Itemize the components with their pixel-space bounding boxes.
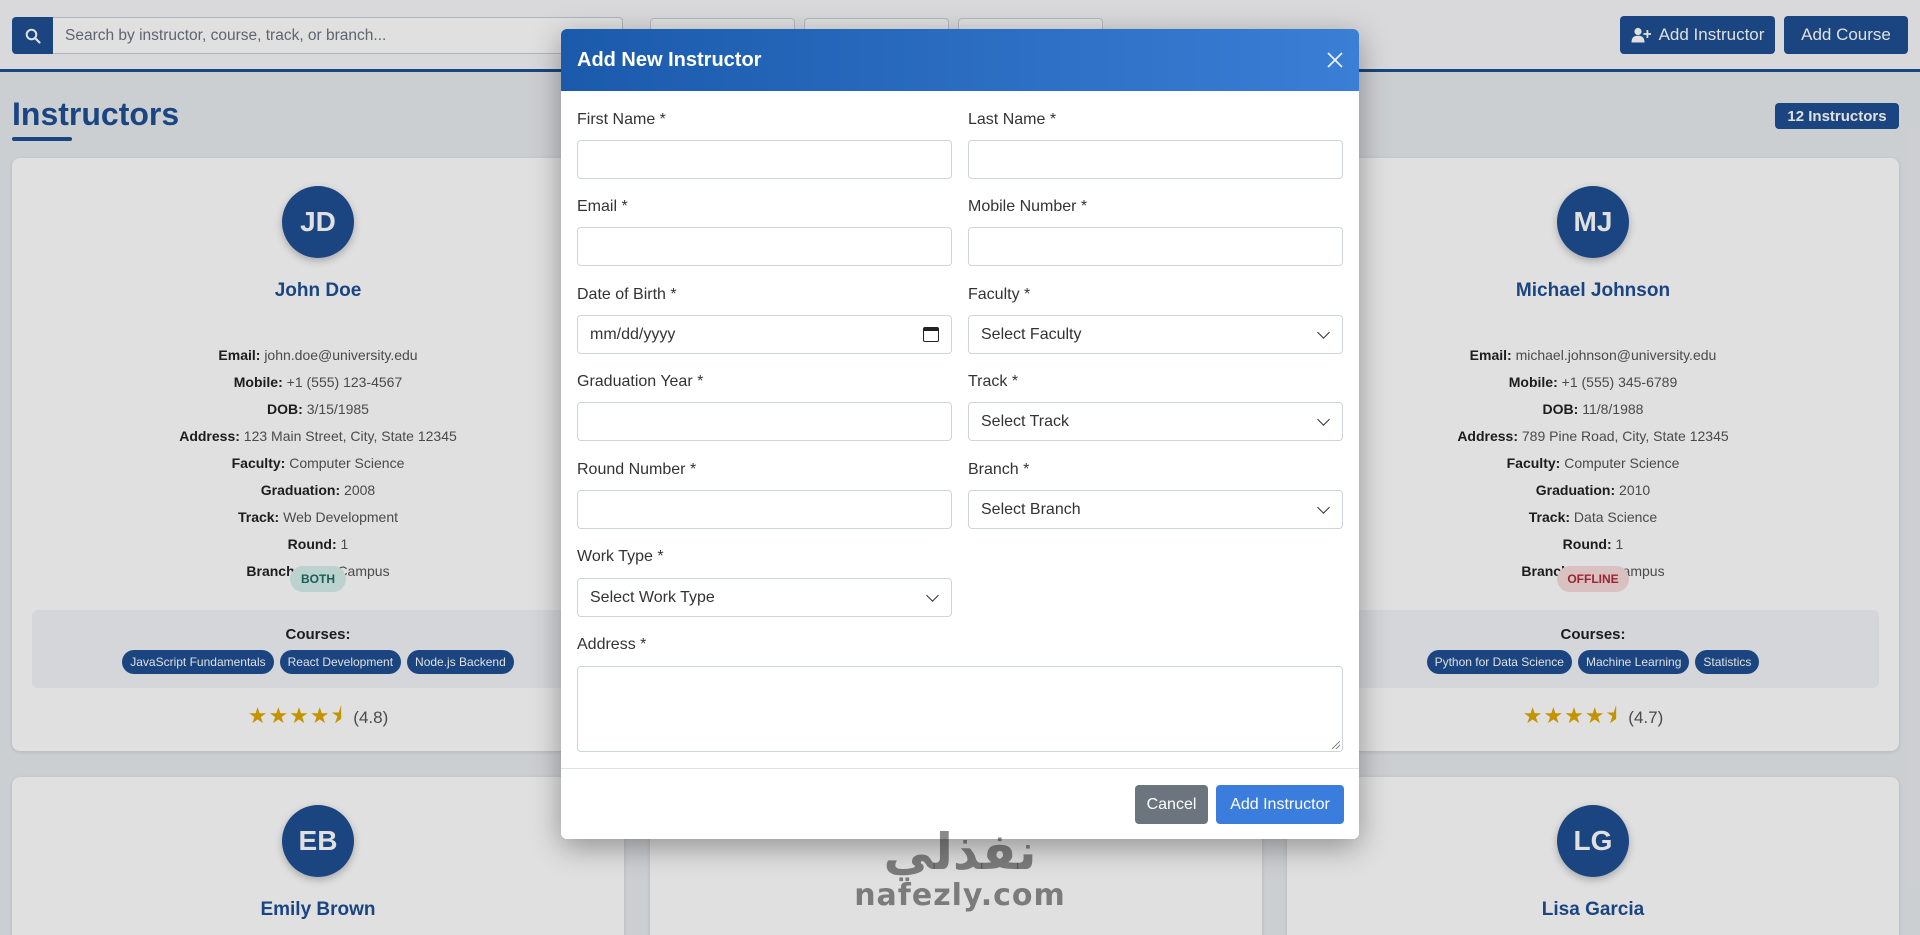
chevron-down-icon <box>1317 412 1330 426</box>
first-name-input[interactable] <box>577 140 952 179</box>
dob-input[interactable]: mm/dd/yyyy <box>577 315 952 354</box>
calendar-icon[interactable] <box>923 327 939 342</box>
chevron-down-icon <box>1317 500 1330 514</box>
track-select-value: Select Track <box>981 412 1070 430</box>
graduation-year-input[interactable] <box>577 402 952 441</box>
watermark-latin: nafezly.com <box>854 878 1066 913</box>
close-icon <box>1327 52 1343 68</box>
branch-select[interactable]: Select Branch <box>968 490 1343 529</box>
chevron-down-icon <box>1317 325 1330 339</box>
email-label: Email * <box>577 198 628 215</box>
address-label: Address * <box>577 636 647 653</box>
modal-title: Add New Instructor <box>577 49 762 71</box>
chevron-down-icon <box>926 588 939 602</box>
cancel-button[interactable]: Cancel <box>1135 785 1208 824</box>
resize-handle-icon[interactable] <box>1332 741 1340 749</box>
last-name-label: Last Name * <box>968 111 1057 128</box>
round-number-input[interactable] <box>577 490 952 529</box>
email-input[interactable] <box>577 227 952 266</box>
address-textarea[interactable] <box>577 666 1343 752</box>
add-instructor-modal: Add New Instructor First Name * Last Nam… <box>561 29 1359 839</box>
dob-label: Date of Birth * <box>577 286 677 303</box>
mobile-input[interactable] <box>968 227 1343 266</box>
mobile-label: Mobile Number * <box>968 198 1088 215</box>
close-button[interactable] <box>1323 48 1347 72</box>
work-type-label: Work Type * <box>577 548 664 565</box>
track-label: Track * <box>968 373 1019 390</box>
modal-header: Add New Instructor <box>561 29 1359 91</box>
watermark: نفذلي nafezly.com <box>850 824 1070 912</box>
faculty-select-value: Select Faculty <box>981 325 1082 343</box>
round-number-label: Round Number * <box>577 461 697 478</box>
add-instructor-submit-button[interactable]: Add Instructor <box>1216 785 1344 824</box>
faculty-select[interactable]: Select Faculty <box>968 315 1343 354</box>
last-name-input[interactable] <box>968 140 1343 179</box>
faculty-label: Faculty * <box>968 286 1031 303</box>
track-select[interactable]: Select Track <box>968 402 1343 441</box>
branch-label: Branch * <box>968 461 1030 478</box>
watermark-arabic: نفذلي <box>883 823 1037 881</box>
graduation-year-label: Graduation Year * <box>577 373 704 390</box>
branch-select-value: Select Branch <box>981 500 1081 518</box>
dob-placeholder: mm/dd/yyyy <box>590 325 676 343</box>
work-type-select-value: Select Work Type <box>590 588 715 606</box>
work-type-select[interactable]: Select Work Type <box>577 578 952 617</box>
first-name-label: First Name * <box>577 111 666 128</box>
